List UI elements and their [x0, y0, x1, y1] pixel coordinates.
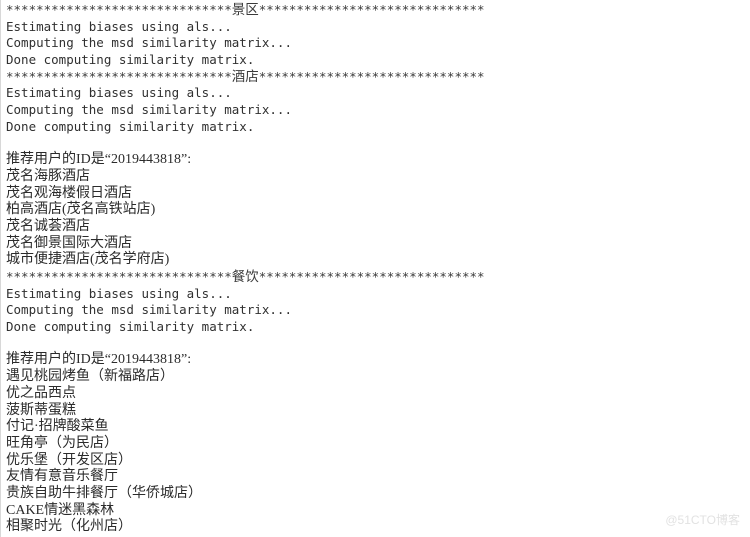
list-item: 茂名海豚酒店 — [6, 168, 90, 184]
recommend-header-dining: 推荐用户的ID是“2019443818”: — [6, 352, 192, 368]
log-done-hotel: Done computing similarity matrix. — [6, 118, 255, 134]
list-item: 贵族自助牛排餐厅（华侨城店） — [6, 485, 202, 501]
separator-stars-left: ****************************** — [6, 68, 232, 84]
separator-stars-right: ****************************** — [258, 2, 485, 17]
separator-stars-left: ****************************** — [6, 2, 232, 17]
list-item: 遇见桃园烤鱼（新福路店） — [6, 369, 174, 385]
log-computing-hotel: Computing the msd similarity matrix... — [6, 102, 292, 118]
log-done-dining: Done computing similarity matrix. — [6, 319, 255, 335]
console-output-panel[interactable]: ******************************景区********… — [0, 0, 750, 537]
list-item: 付记·招牌酸菜鱼 — [6, 419, 109, 435]
list-item: CAKE情迷黑森林 — [6, 502, 115, 518]
section-separator-dining: ******************************餐饮********… — [6, 269, 750, 286]
log-done-scenic: Done computing similarity matrix. — [6, 52, 255, 68]
list-item: 城市便捷酒店(茂名学府店) — [6, 252, 170, 268]
list-item: 优乐堡（开发区店） — [6, 452, 132, 468]
separator-label-scenic: 景区 — [231, 2, 259, 17]
list-item: 菠斯蒂蛋糕 — [6, 402, 76, 418]
section-separator-hotel: ******************************酒店********… — [6, 69, 750, 86]
list-item: 旺角亭（为民店） — [6, 435, 118, 451]
watermark: @51CTO博客 — [665, 513, 740, 527]
list-item: 茂名御景国际大酒店 — [6, 235, 132, 251]
list-item: 茂名观海楼假日酒店 — [6, 185, 132, 201]
separator-stars-right: ****************************** — [258, 68, 485, 84]
recommend-header-hotel: 推荐用户的ID是“2019443818”: — [6, 152, 192, 168]
list-item: 柏高酒店(茂名高铁站店) — [6, 202, 156, 218]
separator-stars-left: ****************************** — [6, 269, 232, 284]
list-item: 优之品西点 — [6, 385, 76, 401]
log-computing-dining: Computing the msd similarity matrix... — [6, 302, 292, 318]
list-item: 相聚时光（化州店） — [6, 519, 132, 535]
separator-label-dining: 餐饮 — [231, 269, 259, 284]
log-estimating-dining: Estimating biases using als... — [6, 285, 232, 301]
separator-stars-right: ****************************** — [258, 269, 485, 284]
log-computing-scenic: Computing the msd similarity matrix... — [6, 35, 292, 51]
log-estimating-hotel: Estimating biases using als... — [6, 85, 232, 101]
list-item: 友情有意音乐餐厅 — [6, 469, 118, 485]
log-estimating-scenic: Estimating biases using als... — [6, 18, 232, 34]
section-separator-scenic: ******************************景区********… — [6, 2, 750, 19]
list-item: 茂名诚荟酒店 — [6, 218, 90, 234]
separator-label-hotel: 酒店 — [231, 68, 259, 84]
